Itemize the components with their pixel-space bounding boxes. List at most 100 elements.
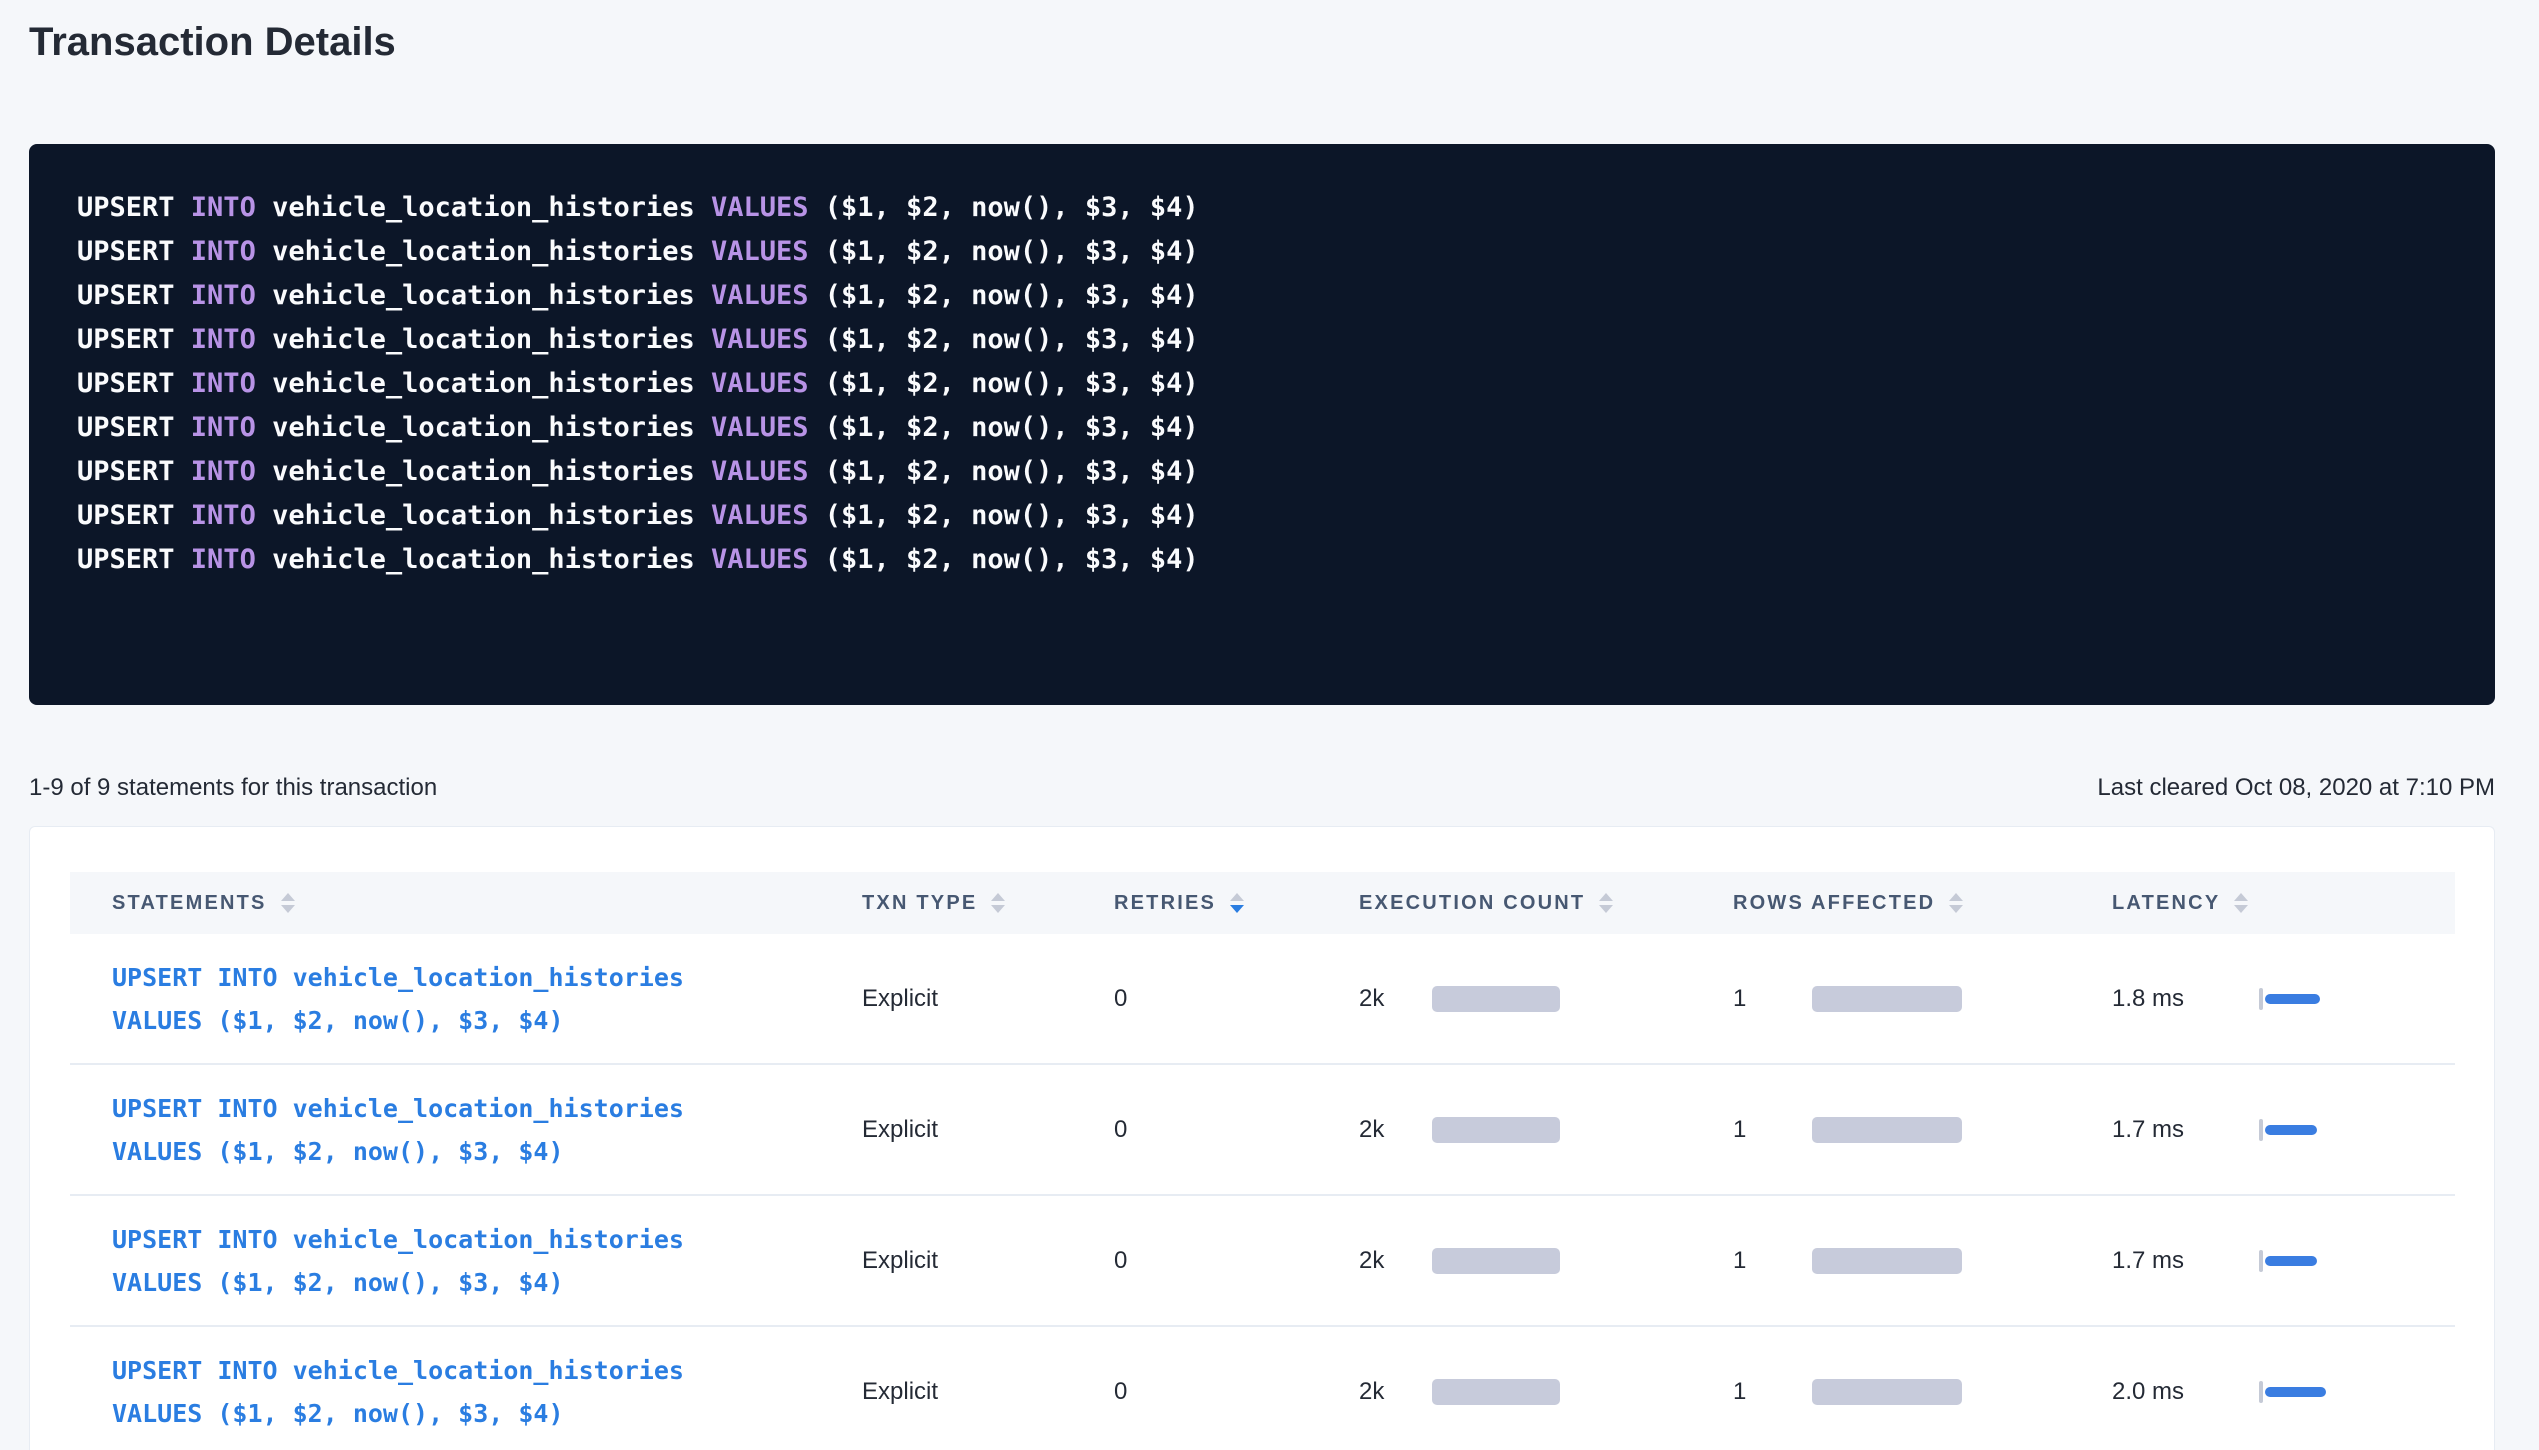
retries-value: 0 bbox=[1114, 1116, 1127, 1143]
retries-value: 0 bbox=[1114, 985, 1127, 1012]
sql-text-token: UPSERT bbox=[77, 500, 191, 531]
statement-line-2: VALUES ($1, $2, now(), $3, $4) bbox=[112, 1130, 862, 1173]
latency-bar-chart bbox=[2259, 1381, 2326, 1403]
column-header-label: STATEMENTS bbox=[112, 892, 267, 915]
execution-count-bar bbox=[1432, 1117, 1560, 1143]
statement-link[interactable]: UPSERT INTO vehicle_location_histories V… bbox=[112, 1349, 862, 1435]
txn-type-value: Explicit bbox=[862, 1116, 938, 1143]
retries-cell: 0 bbox=[1114, 1247, 1359, 1275]
sql-code-panel: UPSERT INTO vehicle_location_histories V… bbox=[29, 144, 2495, 705]
column-header[interactable]: TXN TYPE bbox=[862, 892, 1114, 915]
rows-affected-bar bbox=[1812, 1117, 1962, 1143]
retries-cell: 0 bbox=[1114, 985, 1359, 1013]
sql-keyword-token: VALUES bbox=[711, 544, 825, 575]
code-line: UPSERT INTO vehicle_location_histories V… bbox=[77, 186, 2447, 230]
execution-count-value: 2k bbox=[1359, 1247, 1432, 1275]
sort-carets-icon[interactable] bbox=[1949, 893, 1963, 913]
sort-desc-icon bbox=[991, 905, 1005, 913]
retries-value: 0 bbox=[1114, 1247, 1127, 1274]
latency-cell: 1.7 ms bbox=[2112, 1116, 2457, 1144]
txn-type-value: Explicit bbox=[862, 1247, 938, 1274]
sort-carets-icon[interactable] bbox=[1230, 893, 1244, 913]
rows-affected-value: 1 bbox=[1733, 1378, 1812, 1406]
sql-keyword-token: INTO bbox=[191, 544, 272, 575]
sql-text-token: ($1, $2, now(), $3, $4) bbox=[825, 280, 1199, 311]
sort-asc-icon bbox=[1230, 893, 1244, 901]
execution-count-bar bbox=[1432, 986, 1560, 1012]
statement-line-1: UPSERT INTO vehicle_location_histories bbox=[112, 1087, 862, 1130]
column-header[interactable]: ROWS AFFECTED bbox=[1733, 892, 2112, 915]
column-header[interactable]: EXECUTION COUNT bbox=[1359, 892, 1733, 915]
rows-affected-bar bbox=[1812, 986, 1962, 1012]
sql-keyword-token: INTO bbox=[191, 456, 272, 487]
sql-keyword-token: VALUES bbox=[711, 324, 825, 355]
sql-text-token: ($1, $2, now(), $3, $4) bbox=[825, 324, 1199, 355]
sort-asc-icon bbox=[1949, 893, 1963, 901]
column-header[interactable]: LATENCY bbox=[2112, 892, 2457, 915]
statements-table-card: STATEMENTS TXN TYPE RETRIES EXECUTION CO… bbox=[29, 826, 2495, 1450]
sql-text-token: vehicle_location_histories bbox=[272, 324, 711, 355]
statement-cell: UPSERT INTO vehicle_location_histories V… bbox=[70, 956, 862, 1042]
sql-text-token: vehicle_location_histories bbox=[272, 368, 711, 399]
latency-axis-tick bbox=[2259, 1250, 2263, 1272]
column-header[interactable]: STATEMENTS bbox=[70, 892, 862, 915]
code-line: UPSERT INTO vehicle_location_histories V… bbox=[77, 230, 2447, 274]
rows-affected-cell: 1 bbox=[1733, 1247, 2112, 1275]
execution-count-value: 2k bbox=[1359, 985, 1432, 1013]
statement-cell: UPSERT INTO vehicle_location_histories V… bbox=[70, 1349, 862, 1435]
sort-carets-icon[interactable] bbox=[281, 893, 295, 913]
statement-link[interactable]: UPSERT INTO vehicle_location_histories V… bbox=[112, 1087, 862, 1173]
sql-text-token: ($1, $2, now(), $3, $4) bbox=[825, 192, 1199, 223]
sql-keyword-token: INTO bbox=[191, 500, 272, 531]
sort-desc-icon bbox=[281, 905, 295, 913]
page-title: Transaction Details bbox=[29, 14, 396, 70]
statement-link[interactable]: UPSERT INTO vehicle_location_histories V… bbox=[112, 1218, 862, 1304]
sort-asc-icon bbox=[2234, 893, 2248, 901]
sort-desc-icon bbox=[1230, 905, 1244, 913]
column-header-label: LATENCY bbox=[2112, 892, 2220, 915]
summary-row: 1-9 of 9 statements for this transaction… bbox=[29, 772, 2495, 804]
sql-text-token: UPSERT bbox=[77, 456, 191, 487]
latency-cell: 2.0 ms bbox=[2112, 1378, 2457, 1406]
column-header[interactable]: RETRIES bbox=[1114, 892, 1359, 915]
txn-type-cell: Explicit bbox=[862, 1116, 1114, 1144]
execution-count-bar bbox=[1432, 1248, 1560, 1274]
code-line: UPSERT INTO vehicle_location_histories V… bbox=[77, 362, 2447, 406]
table-row: UPSERT INTO vehicle_location_histories V… bbox=[70, 934, 2455, 1065]
sql-keyword-token: VALUES bbox=[711, 500, 825, 531]
latency-value: 1.7 ms bbox=[2112, 1247, 2259, 1275]
rows-affected-bar bbox=[1812, 1248, 1962, 1274]
execution-count-cell: 2k bbox=[1359, 1378, 1733, 1406]
latency-axis-tick bbox=[2259, 1381, 2263, 1403]
last-cleared-text: Last cleared Oct 08, 2020 at 7:10 PM bbox=[2097, 772, 2495, 804]
execution-count-value: 2k bbox=[1359, 1116, 1432, 1144]
sort-desc-icon bbox=[1599, 905, 1613, 913]
sql-text-token: ($1, $2, now(), $3, $4) bbox=[825, 456, 1199, 487]
sql-keyword-token: VALUES bbox=[711, 236, 825, 267]
code-panel-lines: UPSERT INTO vehicle_location_histories V… bbox=[77, 186, 2447, 582]
sql-text-token: vehicle_location_histories bbox=[272, 456, 711, 487]
sql-text-token: UPSERT bbox=[77, 412, 191, 443]
latency-axis-tick bbox=[2259, 1119, 2263, 1141]
sql-keyword-token: INTO bbox=[191, 324, 272, 355]
sql-keyword-token: VALUES bbox=[711, 412, 825, 443]
latency-bar-chart bbox=[2259, 988, 2320, 1010]
sort-carets-icon[interactable] bbox=[2234, 893, 2248, 913]
sort-carets-icon[interactable] bbox=[991, 893, 1005, 913]
sql-keyword-token: INTO bbox=[191, 368, 272, 399]
sql-text-token: vehicle_location_histories bbox=[272, 280, 711, 311]
sort-carets-icon[interactable] bbox=[1599, 893, 1613, 913]
latency-cell: 1.7 ms bbox=[2112, 1247, 2457, 1275]
latency-value: 1.7 ms bbox=[2112, 1116, 2259, 1144]
statement-link[interactable]: UPSERT INTO vehicle_location_histories V… bbox=[112, 956, 862, 1042]
execution-count-cell: 2k bbox=[1359, 1247, 1733, 1275]
sql-text-token: vehicle_location_histories bbox=[272, 412, 711, 443]
sql-text-token: ($1, $2, now(), $3, $4) bbox=[825, 368, 1199, 399]
statement-line-2: VALUES ($1, $2, now(), $3, $4) bbox=[112, 1392, 862, 1435]
latency-value: 2.0 ms bbox=[2112, 1378, 2259, 1406]
rows-affected-value: 1 bbox=[1733, 1247, 1812, 1275]
code-line: UPSERT INTO vehicle_location_histories V… bbox=[77, 406, 2447, 450]
sql-text-token: ($1, $2, now(), $3, $4) bbox=[825, 412, 1199, 443]
sql-keyword-token: INTO bbox=[191, 236, 272, 267]
statement-line-1: UPSERT INTO vehicle_location_histories bbox=[112, 956, 862, 999]
